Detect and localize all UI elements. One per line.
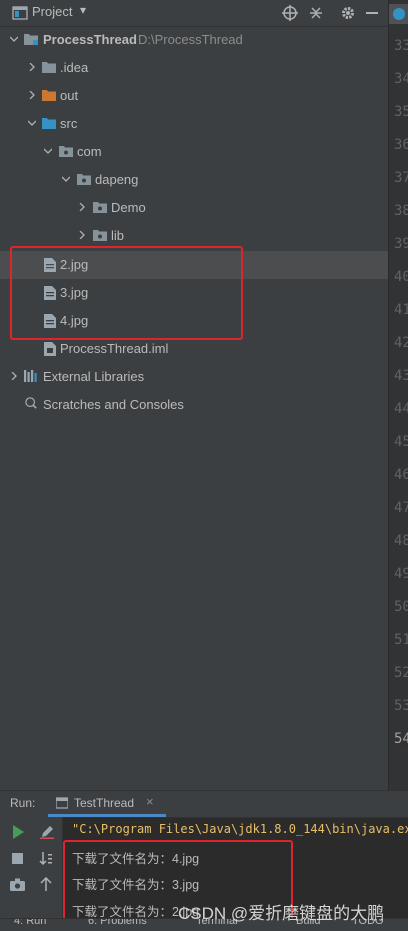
project-root-name: ProcessThread <box>43 32 137 47</box>
camera-icon[interactable] <box>10 878 25 891</box>
editor-tab-strip[interactable] <box>389 4 408 24</box>
chevron-down-icon[interactable] <box>62 175 70 183</box>
tool-button-problems[interactable]: 6: Problems <box>88 919 147 927</box>
line-number: 41 <box>394 302 408 318</box>
tree-row-src[interactable]: src <box>0 110 388 138</box>
tree-row-out[interactable]: out <box>0 82 388 110</box>
tree-row-scratches[interactable]: Scratches and Consoles <box>0 391 388 419</box>
project-panel-header: Project ▾ <box>0 0 388 27</box>
chevron-right-icon[interactable] <box>78 231 86 239</box>
tree-row-com[interactable]: com <box>0 138 388 166</box>
tree-label-idea: .idea <box>60 60 89 75</box>
highlight-box-files <box>10 246 243 340</box>
watermark-text: CSDN @爱折磨键盘的大鹏 <box>178 904 385 923</box>
line-number: 47 <box>394 500 408 516</box>
tree-row-iml[interactable]: ProcessThread.iml <box>0 335 388 363</box>
line-number: 53 <box>394 698 408 714</box>
tree-label-external-libraries: External Libraries <box>43 369 145 384</box>
line-number: 45 <box>394 434 408 450</box>
line-number: 33 <box>394 38 408 54</box>
line-number: 50 <box>394 599 408 615</box>
line-number: 52 <box>394 665 408 681</box>
line-number-current: 54 <box>394 731 408 747</box>
library-icon <box>24 370 37 382</box>
close-icon[interactable]: × <box>146 794 154 809</box>
package-icon <box>93 230 107 241</box>
sort-down-icon[interactable] <box>39 852 53 866</box>
package-icon <box>77 174 91 185</box>
tree-row-demo[interactable]: Demo <box>0 194 388 222</box>
tree-label-com: com <box>77 144 102 159</box>
tool-button-run[interactable]: 4: Run <box>14 919 46 927</box>
package-icon <box>93 202 107 213</box>
tree-label-iml: ProcessThread.iml <box>60 341 169 356</box>
line-number: 37 <box>394 170 408 186</box>
chevron-right-icon[interactable] <box>28 63 36 71</box>
line-number: 49 <box>394 566 408 582</box>
line-number: 46 <box>394 467 408 483</box>
editor-gutter: 33 34 35 36 37 38 39 40 41 42 43 44 45 4… <box>388 0 408 790</box>
line-number: 48 <box>394 533 408 549</box>
tree-label-dapeng: dapeng <box>95 172 139 187</box>
line-number: 40 <box>394 269 408 285</box>
project-root-path: D:\ProcessThread <box>138 32 243 47</box>
chevron-right-icon[interactable] <box>28 91 36 99</box>
run-label: Run: <box>10 796 36 810</box>
tree-label-demo: Demo <box>111 200 146 215</box>
java-class-icon <box>393 8 405 20</box>
line-number: 35 <box>394 104 408 120</box>
run-tab-label: TestThread <box>74 796 135 810</box>
chevron-down-icon[interactable] <box>28 119 36 127</box>
gear-icon[interactable] <box>340 5 356 21</box>
run-tab-testthread[interactable]: TestThread × <box>48 791 166 817</box>
chevron-down-icon[interactable] <box>44 147 52 155</box>
chevron-right-icon[interactable] <box>78 203 86 211</box>
project-window-icon <box>12 6 28 20</box>
line-number: 43 <box>394 368 408 384</box>
tree-row-root[interactable]: ProcessThread D:\ProcessThread <box>0 26 388 54</box>
tree-label-out: out <box>60 88 79 103</box>
package-icon <box>59 146 73 157</box>
run-toolbar <box>0 817 63 930</box>
line-number: 44 <box>394 401 408 417</box>
scratches-icon <box>25 397 37 409</box>
tree-row-idea[interactable]: .idea <box>0 54 388 82</box>
folder-icon <box>42 62 56 73</box>
rerun-play-icon[interactable] <box>12 825 24 839</box>
source-folder-icon <box>42 118 56 129</box>
project-view-title[interactable]: Project <box>32 4 72 19</box>
module-folder-icon <box>24 34 38 45</box>
tree-label-src: src <box>60 116 78 131</box>
minimize-icon[interactable] <box>366 12 378 14</box>
output-folder-icon <box>42 90 56 101</box>
chevron-down-icon[interactable] <box>10 35 18 43</box>
arrow-up-icon[interactable] <box>40 877 52 891</box>
module-file-icon <box>44 342 56 356</box>
line-number: 51 <box>394 632 408 648</box>
collapse-all-icon[interactable] <box>308 5 324 21</box>
chevron-right-icon[interactable] <box>10 372 18 380</box>
line-number: 39 <box>394 236 408 252</box>
tree-label-scratches: Scratches and Consoles <box>43 397 184 412</box>
line-number: 34 <box>394 71 408 87</box>
locate-target-icon[interactable] <box>282 5 298 21</box>
run-tab-strip: Run: TestThread × <box>0 791 408 818</box>
tree-row-dapeng[interactable]: dapeng <box>0 166 388 194</box>
line-number: 36 <box>394 137 408 153</box>
run-config-icon <box>56 797 68 809</box>
line-number: 42 <box>394 335 408 351</box>
line-number: 38 <box>394 203 408 219</box>
stop-icon[interactable] <box>12 853 23 864</box>
tree-row-external-libraries[interactable]: External Libraries <box>0 363 388 391</box>
console-command-line: "C:\Program Files\Java\jdk1.8.0_144\bin\… <box>72 822 408 836</box>
chevron-down-icon[interactable]: ▾ <box>80 3 86 17</box>
edit-pencil-icon[interactable] <box>40 825 54 839</box>
